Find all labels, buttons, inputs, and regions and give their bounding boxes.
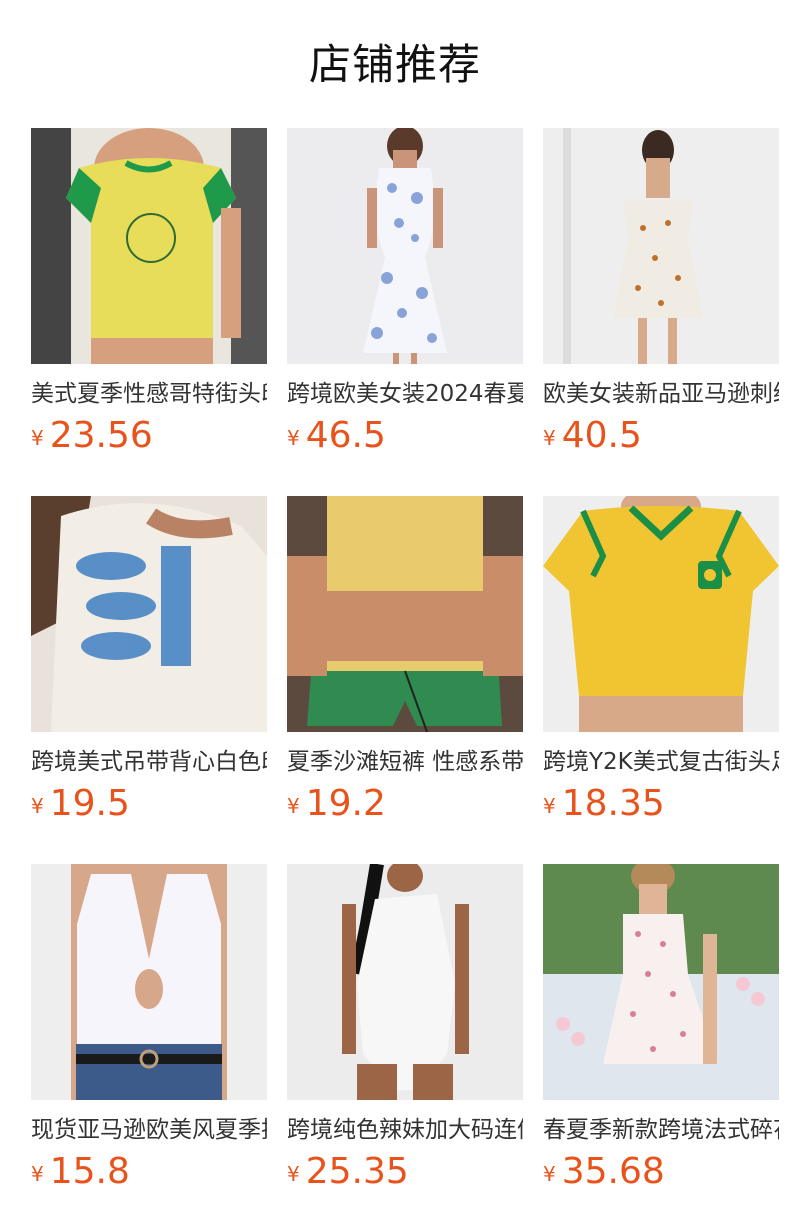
price-row: ¥25.35 bbox=[287, 1152, 523, 1192]
price-row: ¥15.8 bbox=[31, 1152, 267, 1192]
product-price: 40.5 bbox=[561, 415, 642, 456]
product-name[interactable]: 跨境美式吊带背心白色印花 bbox=[31, 746, 267, 778]
currency-symbol: ¥ bbox=[543, 1162, 556, 1186]
product-card[interactable]: 跨境Y2K美式复古街头足球短袖 ¥18.35 bbox=[543, 496, 779, 824]
product-card[interactable]: 现货亚马逊欧美风夏季挂脖镂空背心 ¥15.8 bbox=[31, 864, 267, 1192]
product-image-white-off-shoulder-dress[interactable] bbox=[543, 128, 779, 364]
product-image-brazil-tee[interactable] bbox=[543, 496, 779, 732]
product-name[interactable]: 跨境纯色辣妹加大码连体衣 bbox=[287, 1114, 523, 1146]
product-name[interactable]: 跨境Y2K美式复古街头足球短袖 bbox=[543, 746, 779, 778]
product-price: 15.8 bbox=[49, 1151, 130, 1192]
product-price: 18.35 bbox=[561, 783, 665, 824]
product-name[interactable]: 春夏季新款跨境法式碎花吊带裙 bbox=[543, 1114, 779, 1146]
price-row: ¥40.5 bbox=[543, 416, 779, 456]
product-image-blue-floral-dress[interactable] bbox=[287, 128, 523, 364]
product-name[interactable]: 欧美女装新品亚马逊刺绣露肩连衣裙 bbox=[543, 378, 779, 410]
product-image-green-shorts[interactable] bbox=[287, 496, 523, 732]
product-name[interactable]: 现货亚马逊欧美风夏季挂脖镂空背心 bbox=[31, 1114, 267, 1146]
price-row: ¥46.5 bbox=[287, 416, 523, 456]
currency-symbol: ¥ bbox=[543, 426, 556, 450]
currency-symbol: ¥ bbox=[31, 1162, 44, 1186]
product-price: 35.68 bbox=[561, 1151, 665, 1192]
product-price: 46.5 bbox=[305, 415, 386, 456]
product-price: 19.2 bbox=[305, 783, 386, 824]
price-row: ¥35.68 bbox=[543, 1152, 779, 1192]
currency-symbol: ¥ bbox=[31, 794, 44, 818]
product-card[interactable]: 跨境美式吊带背心白色印花 ¥19.5 bbox=[31, 496, 267, 824]
currency-symbol: ¥ bbox=[543, 794, 556, 818]
page-title: 店铺推荐 bbox=[308, 40, 481, 89]
product-image-halter-top[interactable] bbox=[31, 864, 267, 1100]
product-card[interactable]: 欧美女装新品亚马逊刺绣露肩连衣裙 ¥40.5 bbox=[543, 128, 779, 456]
product-image-white-bodysuit[interactable] bbox=[287, 864, 523, 1100]
currency-symbol: ¥ bbox=[287, 426, 300, 450]
product-name[interactable]: 夏季沙滩短裤 性感系带撞色运动短裤 bbox=[287, 746, 523, 778]
currency-symbol: ¥ bbox=[287, 794, 300, 818]
product-name[interactable]: 跨境欧美女装2024春夏新款印花连衣裙 bbox=[287, 378, 523, 410]
product-card[interactable]: 夏季沙滩短裤 性感系带撞色运动短裤 ¥19.2 bbox=[287, 496, 523, 824]
currency-symbol: ¥ bbox=[31, 426, 44, 450]
product-image-yellow-tee[interactable] bbox=[31, 128, 267, 364]
product-card[interactable]: 美式夏季性感哥特街头印花T恤 ¥23.56 bbox=[31, 128, 267, 456]
product-card[interactable]: 跨境纯色辣妹加大码连体衣 ¥25.35 bbox=[287, 864, 523, 1192]
currency-symbol: ¥ bbox=[287, 1162, 300, 1186]
price-row: ¥18.35 bbox=[543, 784, 779, 824]
product-image-floral-slip-dress[interactable] bbox=[543, 864, 779, 1100]
price-row: ¥19.5 bbox=[31, 784, 267, 824]
price-row: ¥23.56 bbox=[31, 416, 267, 456]
product-price: 19.5 bbox=[49, 783, 130, 824]
product-card[interactable]: 春夏季新款跨境法式碎花吊带裙 ¥35.68 bbox=[543, 864, 779, 1192]
product-image-eye-print-tank[interactable] bbox=[31, 496, 267, 732]
product-price: 23.56 bbox=[49, 415, 153, 456]
product-price: 25.35 bbox=[305, 1151, 409, 1192]
price-row: ¥19.2 bbox=[287, 784, 523, 824]
product-card[interactable]: 跨境欧美女装2024春夏新款印花连衣裙 ¥46.5 bbox=[287, 128, 523, 456]
product-name[interactable]: 美式夏季性感哥特街头印花T恤 bbox=[31, 378, 267, 410]
